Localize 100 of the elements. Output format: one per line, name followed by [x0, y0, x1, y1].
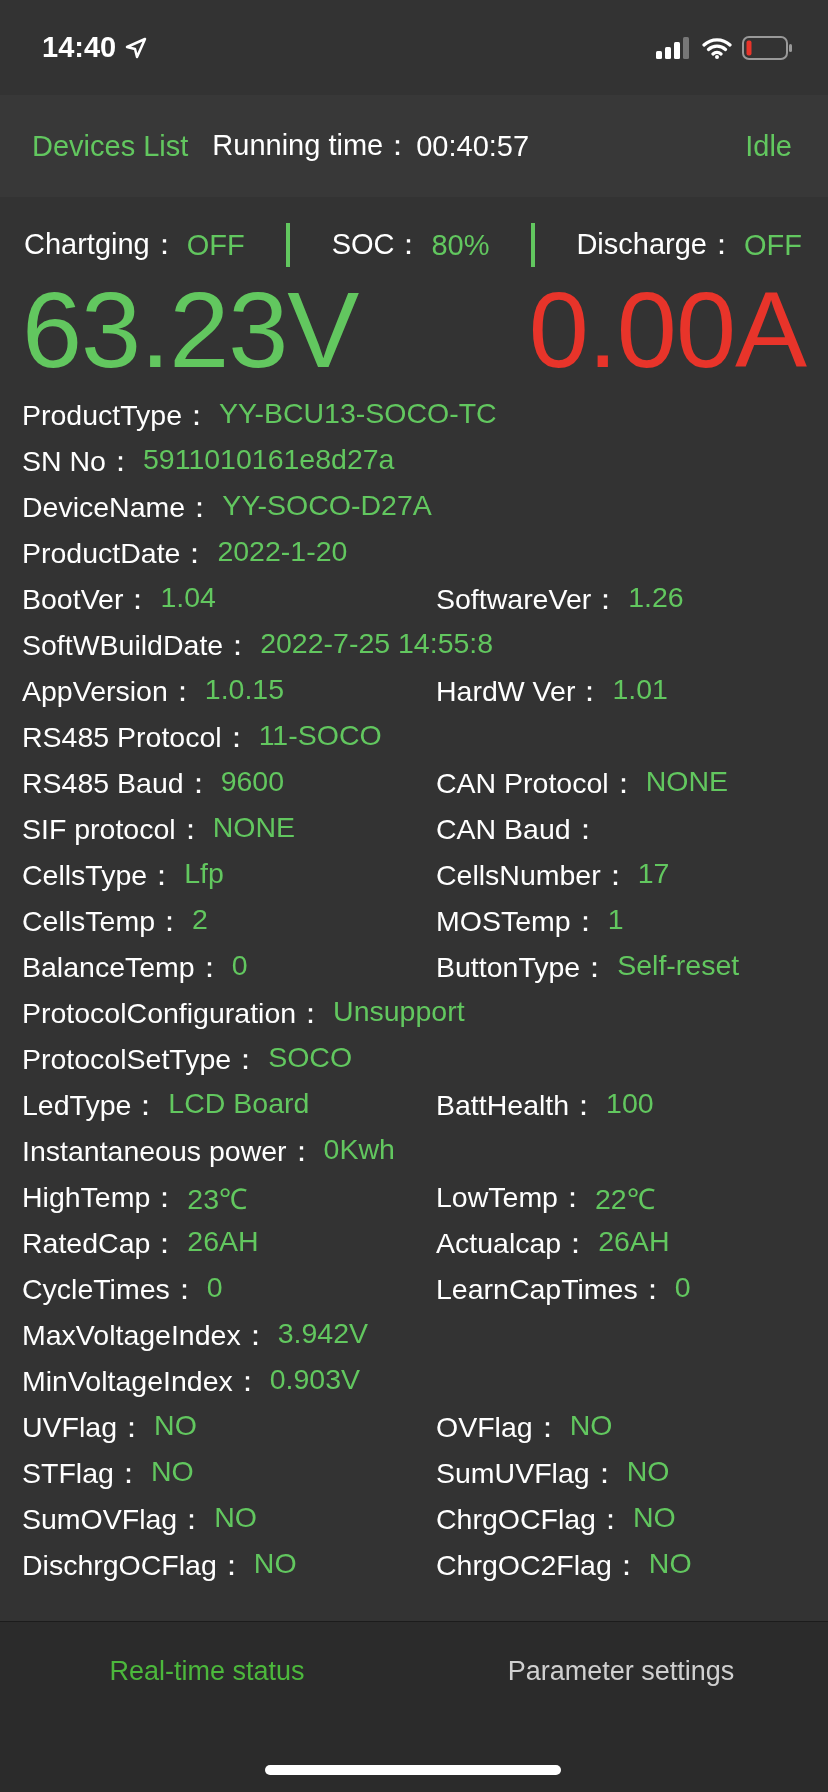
signal-icon — [656, 36, 692, 59]
field-value: 0 — [674, 1271, 691, 1305]
field-value: NO — [569, 1409, 613, 1443]
field-value: YY-BCU13-SOCO-TC — [219, 397, 497, 431]
field-value: 3.942V — [277, 1317, 368, 1351]
field-label: Instantaneous power： — [22, 1134, 316, 1169]
field-value: 1.0.15 — [204, 673, 285, 707]
field-value: 17 — [637, 857, 670, 891]
device-state: Idle — [745, 129, 792, 163]
field-value: 1.04 — [160, 581, 216, 615]
field-label: LedType： — [22, 1088, 161, 1123]
field-value: NONE — [645, 765, 728, 799]
field-label: DeviceName： — [22, 490, 215, 525]
field-value: 0.903V — [269, 1363, 361, 1397]
field-label: ProductType： — [22, 398, 211, 433]
battery-low-icon — [742, 35, 792, 60]
field-value: SOCO — [268, 1041, 353, 1075]
field-label: SoftwareVer： — [436, 582, 621, 617]
wifi-icon — [702, 36, 732, 59]
field-label: CellsNumber： — [436, 858, 630, 893]
field-label: CellsType： — [22, 858, 177, 893]
field-value: NO — [648, 1547, 692, 1581]
field-label: ChrgOC2Flag： — [436, 1548, 641, 1583]
field-label: STFlag： — [22, 1456, 143, 1491]
field-label: LearnCapTimes： — [436, 1272, 667, 1307]
field-label: RatedCap： — [22, 1226, 180, 1261]
running-time-label: Running time： — [212, 128, 413, 163]
field-value: 100 — [606, 1087, 654, 1121]
field-value: 1.26 — [628, 581, 684, 615]
clock-time: 14:40 — [42, 31, 117, 64]
field-value: 0 — [231, 949, 248, 983]
current-reading: 0.00A — [528, 271, 806, 389]
field-label: LowTemp： — [436, 1180, 587, 1215]
field-value: Unsupport — [333, 995, 465, 1029]
field-label: CAN Baud： — [436, 812, 600, 847]
field-label: CellsTemp： — [22, 904, 185, 939]
field-value: 0Kwh — [323, 1133, 395, 1167]
field-label: CAN Protocol： — [436, 766, 638, 801]
field-label: SoftWBuildDate： — [22, 628, 253, 663]
running-time-value: 00:40:57 — [416, 129, 530, 163]
field-label: ProductDate： — [22, 536, 210, 571]
location-arrow-icon — [124, 35, 149, 60]
field-label: UVFlag： — [22, 1410, 147, 1445]
field-value: 0 — [206, 1271, 223, 1305]
field-value: NO — [154, 1409, 197, 1443]
status-value: 80% — [431, 228, 490, 262]
field-label: ProtocolConfiguration： — [22, 996, 326, 1031]
field-label: ChrgOCFlag： — [436, 1502, 625, 1537]
status-value: OFF — [743, 228, 802, 262]
field-label: BalanceTemp： — [22, 950, 224, 985]
status-label: Chartging： — [24, 227, 179, 262]
field-value: Lfp — [184, 857, 224, 891]
field-value: 1.01 — [612, 673, 668, 707]
field-value: 22℃ — [595, 1182, 655, 1217]
field-label: HardW Ver： — [436, 674, 605, 709]
field-label: HighTemp： — [22, 1180, 180, 1215]
tab[interactable]: Real-time status — [0, 1655, 414, 1687]
status-value: OFF — [186, 228, 245, 262]
field-value: NO — [626, 1455, 670, 1489]
field-value: Self-reset — [617, 949, 740, 983]
field-label: MOSTemp： — [436, 904, 600, 939]
field-value: NO — [632, 1501, 676, 1535]
field-label: BattHealth： — [436, 1088, 599, 1123]
field-value: 23℃ — [187, 1182, 247, 1217]
home-indicator[interactable] — [265, 1765, 561, 1775]
field-label: RS485 Baud： — [22, 766, 213, 801]
field-label: Actualcap： — [436, 1226, 591, 1261]
status-label: Discharge： — [576, 227, 736, 262]
field-value: NONE — [212, 811, 295, 845]
voltage-reading: 63.23V — [22, 271, 359, 389]
field-value: NO — [253, 1547, 297, 1581]
field-value: 9600 — [220, 765, 285, 799]
field-value: 26AH — [598, 1225, 670, 1259]
field-label: SIF protocol： — [22, 812, 205, 847]
field-label: CycleTimes： — [22, 1272, 199, 1307]
field-label: MinVoltageIndex： — [22, 1364, 262, 1399]
field-label: MaxVoltageIndex： — [22, 1318, 270, 1353]
devices-list-link[interactable]: Devices List — [32, 129, 189, 163]
field-value: 2022-1-20 — [217, 535, 348, 569]
field-value: NO — [214, 1501, 257, 1535]
field-value: LCD Board — [168, 1087, 310, 1121]
field-value: 11-SOCO — [258, 719, 382, 753]
field-value: 26AH — [187, 1225, 259, 1259]
field-label: SumUVFlag： — [436, 1456, 619, 1491]
field-value: YY-SOCO-D27A — [222, 489, 432, 523]
field-label: SN No： — [22, 444, 135, 479]
field-value: 5911010161e8d27a — [142, 443, 395, 477]
field-label: AppVersion： — [22, 674, 197, 709]
field-label: OVFlag： — [436, 1410, 562, 1445]
field-label: BootVer： — [22, 582, 153, 617]
field-label: RS485 Protocol： — [22, 720, 251, 755]
field-value: 2022-7-25 14:55:8 — [260, 627, 494, 661]
field-value: NO — [150, 1455, 194, 1489]
field-label: ProtocolSetType： — [22, 1042, 261, 1077]
field-label: ButtonType： — [436, 950, 610, 985]
status-label: SOC： — [331, 227, 424, 262]
tab[interactable]: Parameter settings — [414, 1655, 828, 1687]
field-label: DischrgOCFlag： — [22, 1548, 246, 1583]
field-value: 1 — [607, 903, 624, 937]
field-value: 2 — [192, 903, 208, 937]
